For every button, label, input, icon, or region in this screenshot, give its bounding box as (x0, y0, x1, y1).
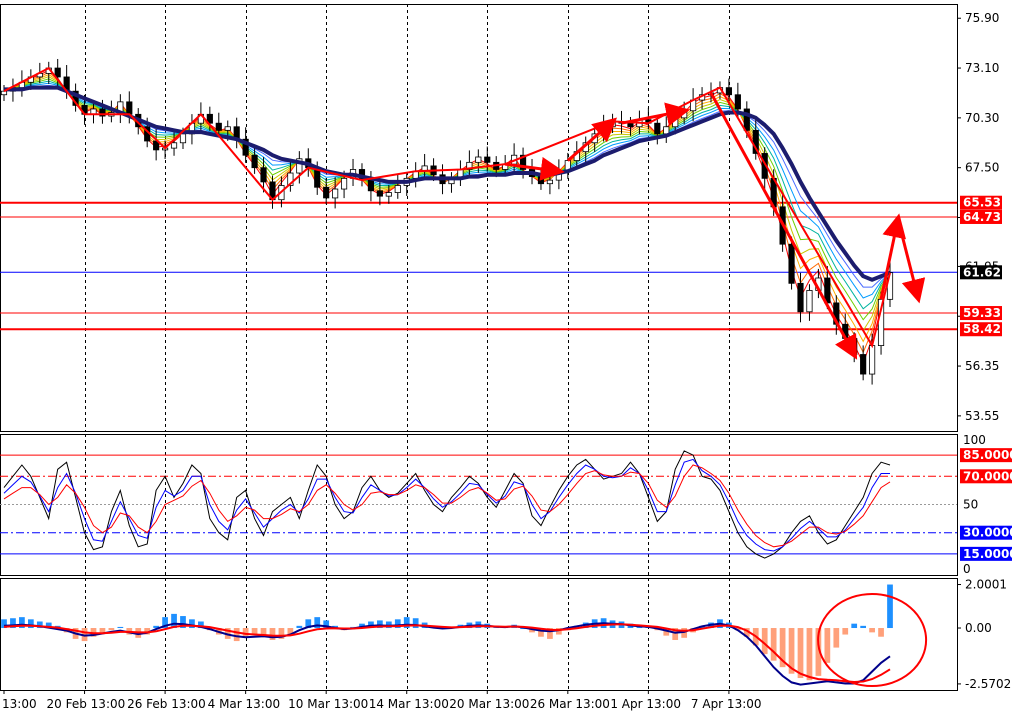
x-tick-label: 7 Apr 13:00 (691, 697, 762, 711)
candle-body (484, 156, 491, 163)
stoch-y-tick-label: 50 (963, 498, 978, 512)
candle-body (860, 354, 867, 375)
candle-body (672, 117, 679, 128)
price-y-tick-label: 73.10 (965, 61, 999, 75)
price-y-tick-label: 53.55 (965, 409, 999, 423)
macd-panel-frame (0, 578, 958, 691)
macd-histogram-bar (887, 584, 893, 629)
price-panel-frame (0, 4, 958, 432)
macd-histogram-bar (869, 628, 875, 633)
macd-histogram-bar (878, 628, 884, 637)
chart-window: 75.9073.1070.3067.5064.7061.9559.1556.35… (0, 0, 1012, 714)
candle-body (734, 94, 741, 110)
macd-histogram-bar (108, 628, 115, 631)
price-y-tick-label: 67.50 (965, 161, 999, 175)
macd-histogram-bar (412, 618, 419, 629)
macd-histogram-bar (851, 623, 858, 629)
macd-histogram-bar (833, 628, 840, 648)
x-tick-label: 20 Mar 13:00 (449, 697, 529, 711)
macd-histogram-bar (296, 625, 303, 629)
stoch-y-tick-label: 0 (963, 562, 971, 576)
macd-y-tick-label: 2.0001 (965, 578, 1007, 592)
candle-body (725, 87, 732, 96)
candle-body (367, 179, 375, 192)
x-tick-label: 4 Mar 13:00 (208, 697, 280, 711)
candle-body (54, 67, 61, 78)
candle-body (627, 122, 634, 128)
candle-body (654, 122, 661, 135)
macd-y-tick-label: 0.00 (965, 621, 992, 635)
candle-body (797, 282, 804, 313)
macd-histogram-bar (233, 628, 240, 642)
price-y-tick-label: 75.90 (965, 11, 999, 25)
x-tick-label: 26 Feb 13:00 (127, 697, 206, 711)
candle-body (251, 154, 258, 169)
candle-body (224, 126, 231, 131)
x-tick-label: 20 Feb 13:00 (47, 697, 126, 711)
x-tick-label: 14 Mar 13:00 (369, 697, 449, 711)
price-level-label: 64.73 (963, 210, 1001, 224)
macd-histogram-bar (99, 628, 106, 633)
price-y-tick-label: 70.30 (965, 111, 999, 125)
price-level-label: 58.42 (963, 322, 1001, 336)
candle-body (126, 101, 133, 115)
chart-canvas[interactable]: 75.9073.1070.3067.5064.7061.9559.1556.35… (0, 0, 1012, 714)
candle-body (215, 122, 222, 131)
candle-body (788, 243, 795, 284)
price-level-label: 65.53 (963, 196, 1001, 210)
macd-histogram-bar (770, 628, 777, 661)
macd-histogram-bar (797, 628, 804, 679)
candle-body (179, 133, 187, 144)
stoch-level-label: 70.0000 (963, 469, 1012, 483)
candle-body (260, 167, 267, 183)
candle-body (537, 176, 545, 185)
candle-body (170, 142, 178, 149)
stoch-y-tick-label: 100 (963, 433, 986, 447)
candle-body (475, 156, 482, 163)
candle-body (323, 186, 330, 199)
stoch-level-label: 15.0000 (963, 547, 1012, 561)
macd-histogram-bar (806, 628, 813, 681)
macd-histogram-bar (842, 628, 849, 635)
x-tick-label: 13:00 (2, 697, 37, 711)
stoch-level-label: 30.0000 (963, 526, 1012, 540)
candle-body (385, 192, 392, 197)
x-tick-label: 10 Mar 13:00 (288, 697, 368, 711)
current-price-label: 61.62 (963, 265, 1001, 279)
price-y-tick-label: 56.35 (965, 359, 999, 373)
candle-body (394, 185, 401, 193)
candle-body (806, 290, 813, 313)
candle-body (332, 188, 339, 199)
candle-body (376, 190, 383, 197)
candle-body (0, 90, 8, 96)
x-tick-label: 1 Apr 13:00 (610, 697, 681, 711)
candle-body (340, 177, 348, 190)
stoch-level-label: 85.0000 (963, 448, 1012, 462)
candle-body (546, 179, 554, 185)
x-tick-label: 26 Mar 13:00 (530, 697, 610, 711)
candle-body (869, 345, 876, 375)
macd-histogram-bar (117, 626, 124, 629)
macd-y-tick-label: -2.5702 (965, 677, 1011, 691)
macd-histogram-bar (824, 628, 831, 663)
macd-histogram-bar (860, 625, 867, 629)
price-level-label: 59.33 (963, 306, 1001, 320)
